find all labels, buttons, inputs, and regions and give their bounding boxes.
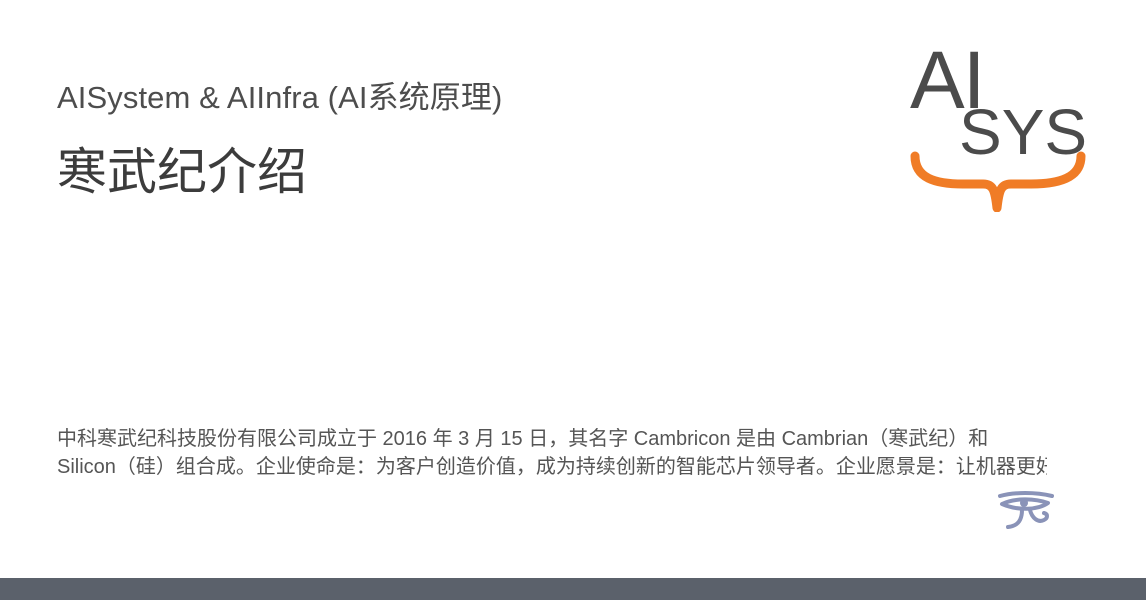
page-description: 中科寒武纪科技股份有限公司成立于 2016 年 3 月 15 日，其名字 Cam… — [57, 425, 1047, 481]
logo-text-sys: SYS — [959, 96, 1087, 168]
footer-bar — [0, 578, 1146, 600]
site-title: AISystem & AIInfra (AI系统原理) — [57, 80, 503, 115]
eye-of-horus-icon — [998, 491, 1054, 529]
social-card: AISystem & AIInfra (AI系统原理) 寒武纪介绍 AI SYS… — [0, 0, 1146, 578]
page-title: 寒武纪介绍 — [57, 144, 307, 200]
aisys-logo: AI SYS — [910, 40, 1087, 212]
description-line-2: Silicon（硅）组合成。企业使命是：为客户创造价值，成为持续创新的智能芯片领… — [57, 456, 1047, 478]
description-line-1: 中科寒武纪科技股份有限公司成立于 2016 年 3 月 15 日，其名字 Cam… — [57, 428, 989, 450]
